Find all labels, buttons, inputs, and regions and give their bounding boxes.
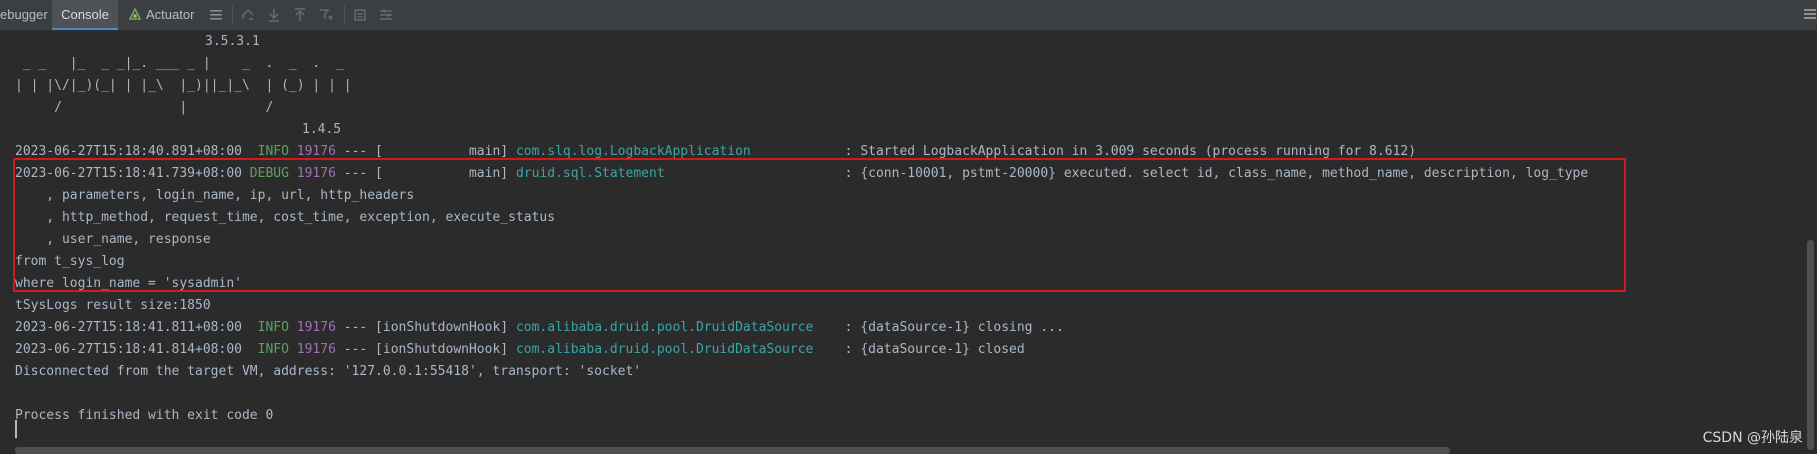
- log-level: DEBUG: [241, 166, 289, 181]
- banner-version: 3.5.3.1: [205, 34, 260, 49]
- sql-line: from t_sys_log: [15, 254, 125, 269]
- log-logger[interactable]: com.alibaba.druid.pool.DruidDataSource: [516, 320, 837, 335]
- log-thread: --- [ionShutdownHook]: [335, 320, 516, 335]
- disconnected-line: Disconnected from the target VM, address…: [15, 364, 642, 379]
- toolbar-separator: [344, 6, 345, 24]
- result-line: tSysLogs result size:1850: [15, 298, 211, 313]
- log-message: : {conn-10001, pstmt-20000} executed. se…: [836, 166, 1589, 181]
- log-logger[interactable]: com.alibaba.druid.pool.DruidDataSource: [516, 342, 837, 357]
- log-logger[interactable]: druid.sql.Statement: [516, 166, 837, 181]
- tab-console[interactable]: Console: [52, 0, 118, 30]
- log-thread: --- [ main]: [335, 144, 516, 159]
- menu-icon[interactable]: [208, 7, 224, 23]
- filter-icon[interactable]: [318, 7, 334, 23]
- log-timestamp: 2023-06-27T15:18:40.891+08:00: [15, 144, 242, 159]
- settings-icon[interactable]: [378, 7, 394, 23]
- log-timestamp: 2023-06-27T15:18:41.811+08:00: [15, 320, 242, 335]
- log-message: : {dataSource-1} closed: [836, 342, 1025, 357]
- log-message: : Started LogbackApplication in 3.009 se…: [836, 144, 1417, 159]
- sql-line: , user_name, response: [15, 232, 211, 247]
- log-pid: 19176: [296, 342, 336, 357]
- actuator-icon: [128, 7, 142, 20]
- log-line-closed: 2023-06-27T15:18:41.814+08:00 INFO 19176…: [15, 339, 1025, 361]
- text-caret: [15, 420, 17, 438]
- sql-line: , http_method, request_time, cost_time, …: [15, 210, 556, 225]
- log-pid: 19176: [296, 320, 336, 335]
- print-icon[interactable]: [352, 7, 368, 23]
- log-message: : {dataSource-1} closing ...: [836, 320, 1064, 335]
- process-finished-line: Process finished with exit code 0: [15, 408, 274, 423]
- tab-debugger[interactable]: ebugger: [0, 0, 48, 30]
- log-timestamp: 2023-06-27T15:18:41.739+08:00: [15, 166, 242, 181]
- log-pid: 19176: [296, 166, 336, 181]
- tab-actuator-label: Actuator: [146, 7, 195, 22]
- banner-art-line-3: / | /: [15, 100, 274, 115]
- watermark: CSDN @孙陆泉: [1702, 430, 1803, 446]
- banner-art-line-1: _ _ |_ _ _|_. ___ _ | _ . _ . _: [15, 56, 344, 71]
- toolbar-separator: [232, 6, 233, 24]
- log-pid: 19176: [296, 144, 336, 159]
- log-line-closing: 2023-06-27T15:18:41.811+08:00 INFO 19176…: [15, 317, 1064, 339]
- log-level: INFO: [241, 342, 289, 357]
- log-line-sql: 2023-06-27T15:18:41.739+08:00 DEBUG 1917…: [15, 163, 1588, 185]
- scroll-up-icon[interactable]: [292, 7, 308, 23]
- log-thread: --- [ionShutdownHook]: [335, 342, 516, 357]
- vertical-scrollbar[interactable]: [1807, 240, 1814, 450]
- sql-line: where login_name = 'sysadmin': [15, 276, 242, 291]
- layout-icon[interactable]: [1803, 7, 1817, 23]
- log-line-started: 2023-06-27T15:18:40.891+08:00 INFO 19176…: [15, 141, 1416, 163]
- log-thread: --- [ main]: [335, 166, 516, 181]
- log-level: INFO: [241, 144, 289, 159]
- console-toolbar: ebugger Console Actuator: [0, 0, 1817, 31]
- tab-debugger-label: ebugger: [0, 7, 48, 22]
- log-timestamp: 2023-06-27T15:18:41.814+08:00: [15, 342, 242, 357]
- horizontal-scrollbar[interactable]: [15, 447, 1450, 454]
- sql-line: , parameters, login_name, ip, url, http_…: [15, 188, 415, 203]
- scroll-down-icon[interactable]: [266, 7, 282, 23]
- tab-actuator[interactable]: Actuator: [128, 0, 194, 30]
- tab-console-label: Console: [61, 7, 109, 22]
- console-output[interactable]: 3.5.3.1 _ _ |_ _ _|_. ___ _ | _ . _ . _ …: [0, 31, 1817, 454]
- restore-icon[interactable]: [240, 7, 256, 23]
- log-logger[interactable]: com.slq.log.LogbackApplication: [516, 144, 837, 159]
- log-level: INFO: [241, 320, 289, 335]
- banner-version-2: 1.4.5: [302, 122, 342, 137]
- banner-art-line-2: | | |\/|_)(_| | |_\ |_)||_|_\ | (_) | | …: [15, 78, 352, 93]
